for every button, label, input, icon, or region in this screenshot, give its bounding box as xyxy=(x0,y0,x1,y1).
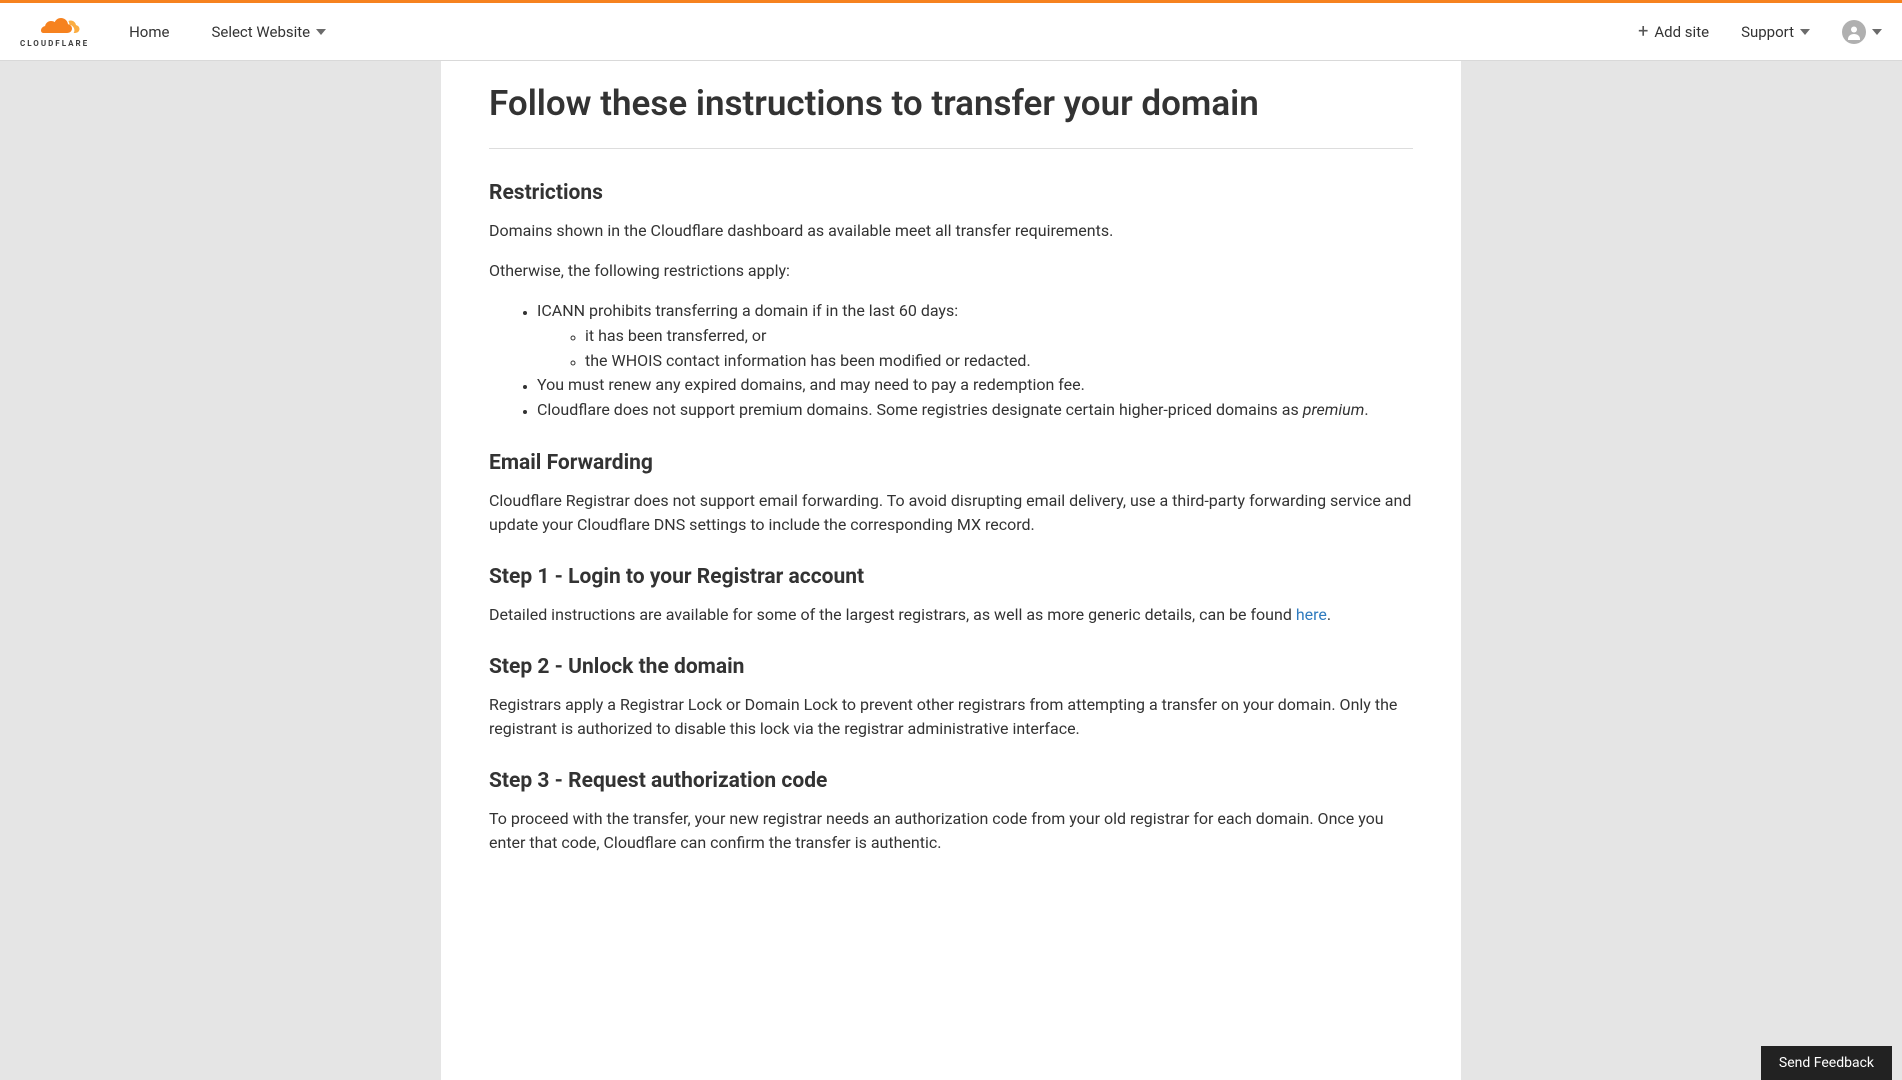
cloudflare-logo[interactable]: CLOUDFLARE xyxy=(20,15,89,48)
nav-home-label: Home xyxy=(129,23,169,41)
step1-p1-post: . xyxy=(1327,605,1331,624)
caret-down-icon xyxy=(1800,29,1810,35)
main-content: Follow these instructions to transfer yo… xyxy=(441,61,1461,1080)
nav-support-label: Support xyxy=(1741,23,1794,41)
add-site-button[interactable]: + Add site xyxy=(1638,23,1709,41)
restrictions-p1: Domains shown in the Cloudflare dashboar… xyxy=(489,219,1413,243)
avatar-icon xyxy=(1842,20,1866,44)
cloud-icon xyxy=(27,15,83,37)
step1-here-link[interactable]: here xyxy=(1296,605,1327,624)
send-feedback-button[interactable]: Send Feedback xyxy=(1761,1046,1892,1080)
caret-down-icon xyxy=(316,29,326,35)
step2-p1: Registrars apply a Registrar Lock or Dom… xyxy=(489,693,1413,741)
divider xyxy=(489,148,1413,149)
plus-icon: + xyxy=(1638,23,1648,41)
restrictions-p2: Otherwise, the following restrictions ap… xyxy=(489,259,1413,283)
list-item: You must renew any expired domains, and … xyxy=(537,373,1413,398)
sub-list: it has been transferred, or the WHOIS co… xyxy=(585,324,1413,374)
list-item: Cloudflare does not support premium doma… xyxy=(537,398,1413,423)
restrictions-list: ICANN prohibits transferring a domain if… xyxy=(537,299,1413,423)
list-item: it has been transferred, or xyxy=(585,324,1413,349)
add-site-label: Add site xyxy=(1654,23,1709,41)
logo-text: CLOUDFLARE xyxy=(20,39,89,48)
nav-home[interactable]: Home xyxy=(117,15,181,49)
nav-support[interactable]: Support xyxy=(1729,15,1822,49)
restrictions-heading: Restrictions xyxy=(489,181,1413,205)
step3-p1: To proceed with the transfer, your new r… xyxy=(489,807,1413,855)
email-forwarding-heading: Email Forwarding xyxy=(489,451,1413,475)
header-left: CLOUDFLARE Home Select Website xyxy=(20,15,338,49)
email-forwarding-p1: Cloudflare Registrar does not support em… xyxy=(489,489,1413,537)
premium-em: premium xyxy=(1303,400,1365,419)
account-menu[interactable] xyxy=(1842,20,1882,44)
header: CLOUDFLARE Home Select Website + Add sit… xyxy=(0,3,1902,61)
li-text-pre: Cloudflare does not support premium doma… xyxy=(537,400,1303,419)
li-text-post: . xyxy=(1364,400,1368,419)
li-text: ICANN prohibits transferring a domain if… xyxy=(537,301,958,320)
page-title: Follow these instructions to transfer yo… xyxy=(489,83,1413,124)
step2-heading: Step 2 - Unlock the domain xyxy=(489,655,1413,679)
nav-select-website[interactable]: Select Website xyxy=(199,15,338,49)
caret-down-icon xyxy=(1872,29,1882,35)
step3-heading: Step 3 - Request authorization code xyxy=(489,769,1413,793)
list-item: ICANN prohibits transferring a domain if… xyxy=(537,299,1413,373)
step1-p1: Detailed instructions are available for … xyxy=(489,603,1413,627)
step1-heading: Step 1 - Login to your Registrar account xyxy=(489,565,1413,589)
header-right: + Add site Support xyxy=(1638,15,1882,49)
list-item: the WHOIS contact information has been m… xyxy=(585,349,1413,374)
step1-p1-pre: Detailed instructions are available for … xyxy=(489,605,1296,624)
nav-select-website-label: Select Website xyxy=(211,23,310,41)
